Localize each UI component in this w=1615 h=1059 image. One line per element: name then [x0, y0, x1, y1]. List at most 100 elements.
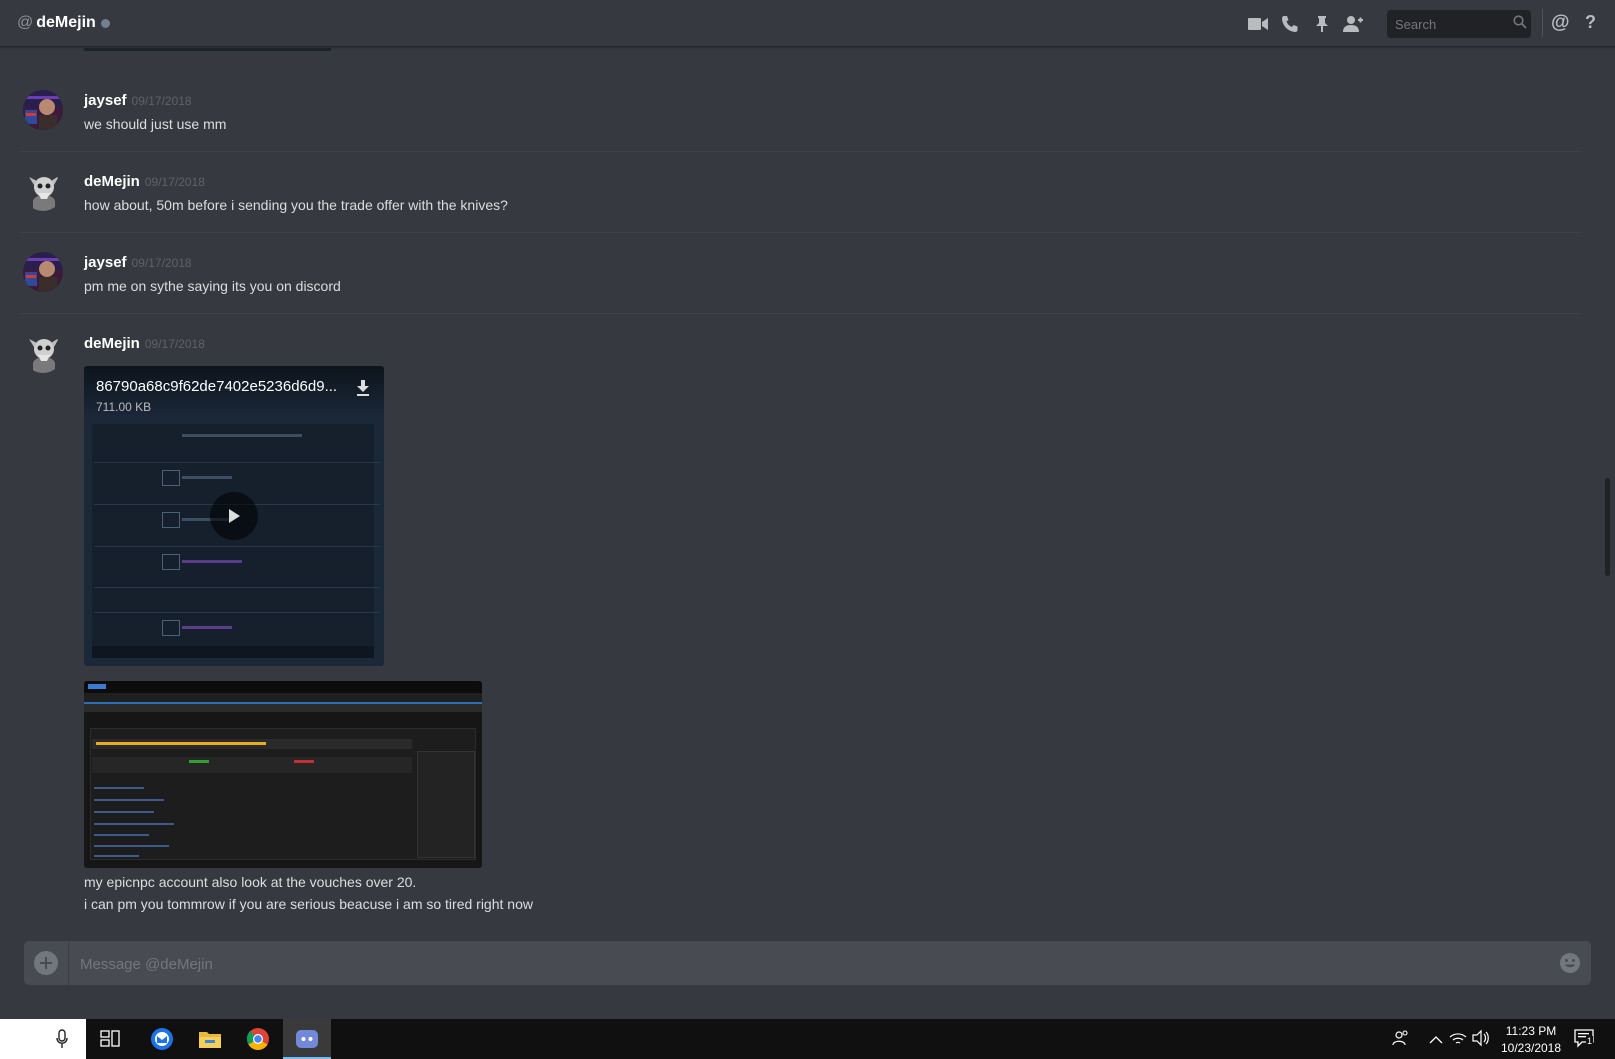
frame-item-thumb [162, 512, 180, 528]
forum-thread-link [94, 811, 154, 813]
frame-row [94, 587, 380, 588]
plus-icon [40, 957, 52, 969]
composer-separator [68, 941, 69, 985]
message-content: we should just use mm [84, 116, 227, 132]
header-toolbar-call [1279, 0, 1301, 47]
scrollbar-thumb[interactable] [1605, 478, 1610, 576]
file-explorer-icon[interactable] [186, 1019, 234, 1059]
message-divider [20, 232, 1582, 233]
message-author[interactable]: deMejin [84, 173, 140, 190]
gmail-app-icon[interactable] [138, 1019, 186, 1059]
header-separator [1542, 9, 1543, 37]
add-friend-icon[interactable] [1341, 13, 1363, 35]
help-icon[interactable]: ? [1585, 12, 1596, 33]
video-call-icon[interactable] [1247, 13, 1269, 35]
frame-text [182, 560, 242, 563]
message-author[interactable]: jaysef [84, 92, 127, 109]
header-toolbar-add [1341, 0, 1363, 47]
message-composer [24, 941, 1591, 987]
frame-row [94, 462, 380, 463]
frame-text [182, 626, 232, 629]
header-toolbar-pin [1311, 0, 1333, 47]
search-input[interactable] [1393, 15, 1513, 33]
message-author[interactable]: jaysef [84, 254, 127, 271]
message-content: i can pm you tommrow if you are serious … [84, 896, 533, 912]
action-center-icon[interactable]: 1 [1574, 1028, 1594, 1053]
forum-thread-link [94, 845, 169, 847]
status-indicator [100, 19, 110, 28]
previous-image-attachment[interactable] [84, 48, 331, 53]
task-view-icon[interactable] [86, 1019, 134, 1059]
forum-positive-count [189, 760, 209, 763]
frame-text [182, 476, 232, 479]
upload-button[interactable] [34, 951, 58, 975]
message-timestamp: 09/17/2018 [144, 337, 205, 351]
dm-at-icon: @ [17, 14, 34, 31]
forum-banner-text [96, 742, 266, 745]
frame-row [94, 546, 380, 547]
play-icon [229, 509, 240, 523]
forum-sidebar [417, 751, 475, 858]
message-content: how about, 50m before i sending you the … [84, 197, 508, 213]
video-frame [92, 424, 374, 658]
forum-thread-link [94, 799, 164, 801]
attachment-filename[interactable]: 86790a68c9f62de7402e5236d6d9... [96, 378, 337, 395]
attachment-size: 711.00 KB [96, 400, 152, 414]
search-icon[interactable] [1513, 14, 1527, 34]
frame-footer [92, 646, 374, 658]
forum-topbar [84, 681, 482, 693]
voice-call-icon[interactable] [1279, 13, 1301, 35]
clock-date: 10/23/2018 [1500, 1041, 1562, 1055]
taskbar-search-box[interactable] [0, 1019, 86, 1059]
windows-taskbar: 11:23 PM 10/23/2018 1 [0, 1019, 1615, 1059]
image-attachment[interactable] [84, 681, 482, 868]
pinned-messages-icon[interactable] [1311, 13, 1333, 35]
forum-logo [88, 684, 106, 689]
message-header: jaysef 09/17/2018 [84, 92, 192, 109]
play-button[interactable] [210, 492, 258, 540]
message-list[interactable]: jaysef 09/17/2018 we should just use mm d… [0, 48, 1603, 918]
frame-text [182, 434, 302, 437]
header-toolbar [1247, 0, 1269, 47]
search-bar[interactable] [1387, 10, 1531, 38]
message-author[interactable]: deMejin [84, 335, 140, 352]
avatar[interactable] [23, 252, 63, 292]
forum-negative-count [294, 760, 314, 763]
avatar[interactable] [23, 333, 63, 373]
video-attachment[interactable]: 86790a68c9f62de7402e5236d6d9... 711.00 K… [84, 366, 384, 666]
forum-thread-link [94, 834, 149, 836]
wifi-icon[interactable] [1449, 1029, 1467, 1052]
message-divider [20, 151, 1582, 152]
message-header: deMejin 09/17/2018 [84, 173, 205, 190]
show-hidden-icons-chevron-icon[interactable] [1429, 1032, 1443, 1050]
forum-stats-table [92, 757, 412, 773]
forum-thread-link [94, 787, 144, 789]
message-content: pm me on sythe saying its you on discord [84, 278, 341, 294]
channel-header: @ deMejin @ ? [0, 0, 1615, 47]
discord-app-icon[interactable] [283, 1019, 331, 1059]
emoji-picker-icon[interactable] [1559, 952, 1581, 979]
chrome-app-icon[interactable] [234, 1019, 282, 1059]
frame-row [94, 612, 380, 613]
forum-nav [84, 693, 482, 702]
volume-icon[interactable] [1472, 1029, 1490, 1052]
microphone-icon[interactable] [56, 1029, 68, 1054]
avatar[interactable] [23, 171, 63, 211]
message-header: deMejin 09/17/2018 [84, 335, 205, 352]
download-icon[interactable] [356, 380, 370, 401]
notification-count: 1 [1586, 1036, 1594, 1046]
people-icon[interactable] [1392, 1029, 1410, 1052]
message-input[interactable] [78, 941, 1482, 987]
frame-item-thumb [162, 470, 180, 486]
system-clock[interactable]: 11:23 PM 10/23/2018 [1492, 1023, 1570, 1057]
frame-item-thumb [162, 554, 180, 570]
forum-thread-link [94, 823, 174, 825]
message-timestamp: 09/17/2018 [144, 175, 205, 189]
message-timestamp: 09/17/2018 [131, 256, 192, 270]
message-timestamp: 09/17/2018 [131, 94, 192, 108]
message-header: jaysef 09/17/2018 [84, 254, 192, 271]
frame-item-thumb [162, 620, 180, 636]
dm-recipient-name[interactable]: deMejin [36, 14, 96, 32]
mentions-icon[interactable]: @ [1551, 12, 1570, 34]
avatar[interactable] [23, 90, 63, 130]
